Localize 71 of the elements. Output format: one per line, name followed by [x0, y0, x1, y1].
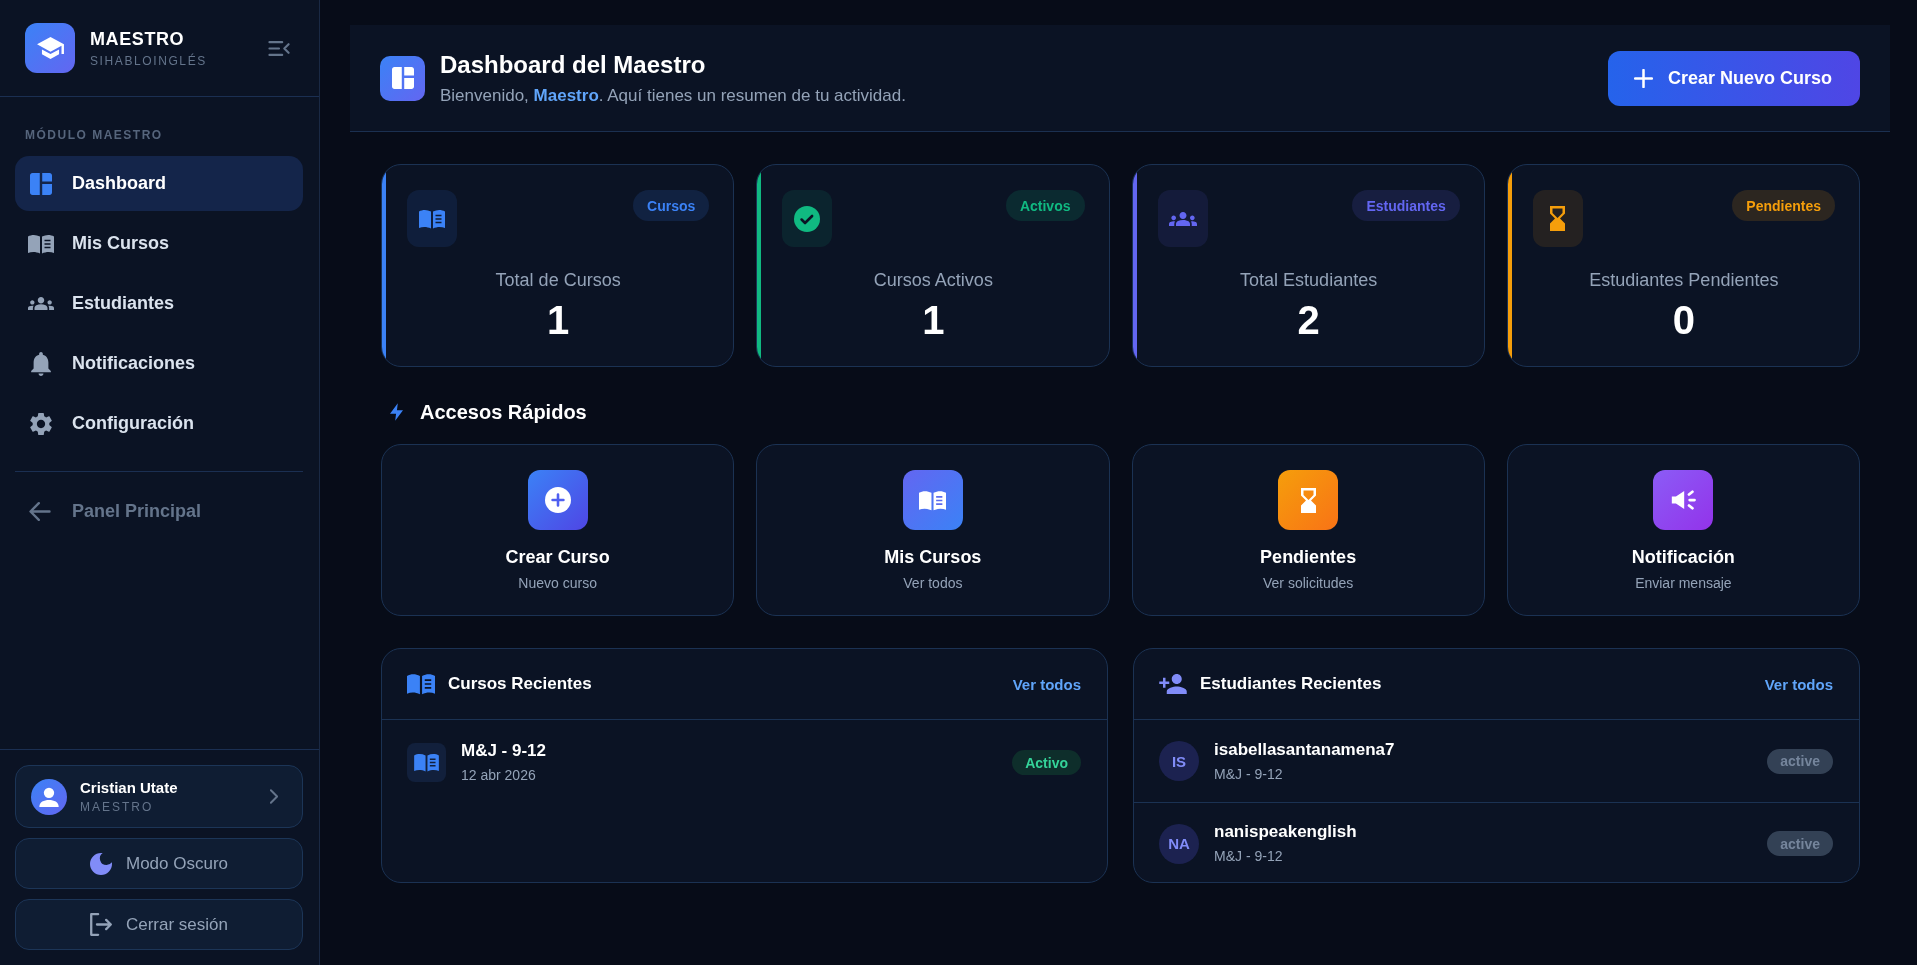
quick-access-card[interactable]: Crear Curso Nuevo curso	[381, 444, 735, 616]
status-badge: Activo	[1012, 750, 1081, 775]
stat-label: Cursos Activos	[873, 269, 993, 291]
chevron-right-icon	[270, 789, 278, 804]
page-title: Dashboard del Maestro	[440, 50, 706, 79]
status-badge: active	[1767, 748, 1833, 774]
stat-value: 1	[547, 297, 570, 344]
user-profile-button[interactable]: Cristian Utate MAESTRO	[15, 765, 303, 828]
nav-item[interactable]: Dashboard	[15, 156, 303, 211]
student-course: M&J - 9-12	[1214, 847, 1283, 865]
panel-title: Estudiantes Recientes	[1200, 674, 1382, 694]
course-date: 12 abr 2026	[461, 766, 536, 784]
stat-badge: Pendientes	[1732, 190, 1835, 221]
section-label: MÓDULO MAESTRO	[25, 128, 163, 142]
student-name: isabellasantanamena7	[1214, 739, 1395, 760]
view-all-link[interactable]: Ver todos	[1012, 675, 1081, 693]
stat-badge: Estudiantes	[1352, 190, 1460, 221]
nav-item[interactable]: Configuración	[15, 396, 303, 451]
megaphone-icon	[1653, 470, 1714, 530]
book-icon	[407, 743, 446, 782]
section-title: Accesos Rápidos	[420, 400, 587, 425]
stat-label: Total de Cursos	[495, 269, 621, 291]
hourglass-icon	[1278, 470, 1339, 530]
users-icon	[1157, 190, 1208, 247]
panel-title: Cursos Recientes	[448, 674, 592, 694]
stat-value: 2	[1297, 297, 1320, 344]
moon-icon	[89, 852, 112, 875]
course-name: M&J - 9-12	[461, 741, 547, 761]
lightning-icon	[390, 403, 403, 421]
graduation-cap-icon	[25, 23, 75, 73]
view-all-link[interactable]: Ver todos	[1764, 675, 1833, 693]
arrow-left-icon	[29, 502, 51, 521]
back-link[interactable]: Panel Principal	[15, 484, 303, 539]
dark-mode-button[interactable]: Modo Oscuro	[15, 838, 303, 889]
book-icon	[28, 233, 54, 254]
student-avatar: NA	[1159, 823, 1199, 864]
settings-icon	[30, 411, 52, 436]
student-course: M&J - 9-12	[1214, 764, 1283, 783]
student-name: nanispeakenglish	[1214, 822, 1357, 842]
brand-subtitle: SIHABLOINGLÉS	[90, 53, 207, 68]
person-add-icon	[1159, 674, 1187, 694]
stat-label: Estudiantes Pendientes	[1589, 269, 1779, 291]
users-icon	[28, 297, 54, 310]
stat-label: Total Estudiantes	[1240, 269, 1378, 291]
nav-item[interactable]: Estudiantes	[15, 276, 303, 331]
book-icon	[902, 470, 963, 530]
stat-value: 1	[922, 297, 945, 344]
dashboard-icon	[380, 55, 425, 101]
book-icon	[407, 190, 457, 247]
menu-collapse-icon[interactable]	[268, 39, 290, 57]
logout-icon	[89, 913, 112, 936]
stat-badge: Activos	[1005, 190, 1085, 221]
create-course-button[interactable]: Crear Nuevo Curso	[1607, 50, 1860, 106]
status-badge: active	[1767, 831, 1833, 856]
logout-button[interactable]: Cerrar sesión	[15, 899, 303, 950]
stat-badge: Cursos	[633, 190, 710, 221]
dashboard-icon	[30, 172, 52, 195]
nav-item[interactable]: Mis Cursos	[15, 216, 303, 271]
plus-icon	[1633, 68, 1653, 88]
book-icon	[407, 673, 435, 695]
nav-item[interactable]: Notificaciones	[15, 336, 303, 391]
user-avatar-icon	[31, 778, 67, 815]
hourglass-icon	[1532, 190, 1583, 247]
quick-access-card[interactable]: Mis Cursos Ver todos	[756, 444, 1110, 616]
quick-access-card[interactable]: Notificación Enviar mensaje	[1506, 444, 1860, 616]
brand-title: MAESTRO	[90, 28, 185, 50]
student-avatar: IS	[1159, 741, 1199, 781]
bell-icon	[31, 351, 51, 376]
page-subtitle: Bienvenido, Maestro. Aquí tienes un resumen de tu actividad.	[440, 85, 906, 106]
stat-value: 0	[1672, 297, 1695, 344]
quick-access-card[interactable]: Pendientes Ver solicitudes	[1131, 444, 1485, 616]
